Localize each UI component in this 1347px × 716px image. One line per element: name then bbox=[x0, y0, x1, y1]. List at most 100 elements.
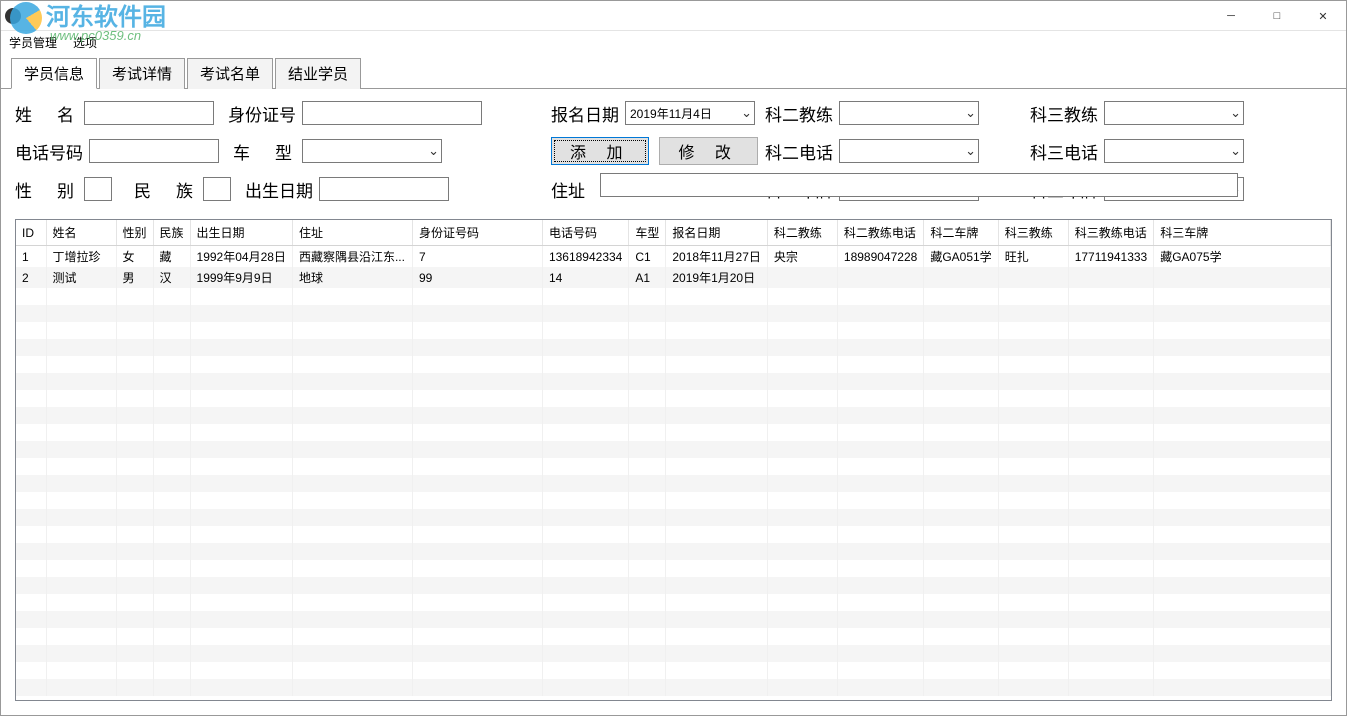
table-row-empty bbox=[16, 356, 1331, 373]
col-k2c[interactable]: 科二教练 bbox=[767, 220, 837, 246]
cell-idcard: 7 bbox=[412, 246, 542, 268]
input-phone[interactable] bbox=[89, 139, 219, 163]
cell-k2p bbox=[837, 267, 923, 288]
lbl-name: 姓 名 bbox=[15, 101, 78, 126]
input-name[interactable] bbox=[84, 101, 214, 125]
table-row-empty bbox=[16, 560, 1331, 577]
table-row-empty bbox=[16, 339, 1331, 356]
cell-k2c bbox=[767, 267, 837, 288]
col-k3c[interactable]: 科三教练 bbox=[998, 220, 1068, 246]
tab-exam-detail[interactable]: 考试详情 bbox=[99, 58, 185, 89]
combo-k3coach[interactable] bbox=[1104, 101, 1244, 125]
col-birth[interactable]: 出生日期 bbox=[190, 220, 292, 246]
cell-gender: 男 bbox=[116, 267, 153, 288]
table-row-empty bbox=[16, 594, 1331, 611]
table-row[interactable]: 1丁增拉珍女藏1992年04月28日西藏察隅县沿江东...71361894233… bbox=[16, 246, 1331, 268]
input-nation[interactable] bbox=[203, 177, 231, 201]
col-reg[interactable]: 报名日期 bbox=[666, 220, 768, 246]
table-row-empty bbox=[16, 679, 1331, 696]
cell-id: 2 bbox=[16, 267, 46, 288]
table-header-row: ID 姓名 性别 民族 出生日期 住址 身份证号码 电话号码 车型 报名日期 科… bbox=[16, 220, 1331, 246]
table-row-empty bbox=[16, 390, 1331, 407]
lbl-nation: 民 族 bbox=[134, 177, 197, 202]
btn-add[interactable]: 添 加 bbox=[551, 137, 649, 165]
main-window: ─ □ ✕ 学员管理 选项 学员信息 考试详情 考试名单 结业学员 姓 名 身份… bbox=[0, 0, 1347, 716]
datepicker-regdate[interactable]: 2019年11月4日 bbox=[625, 101, 755, 125]
col-gender[interactable]: 性别 bbox=[116, 220, 153, 246]
cell-k3c bbox=[998, 267, 1068, 288]
table-row-empty bbox=[16, 407, 1331, 424]
table-row-empty bbox=[16, 492, 1331, 509]
titlebar: ─ □ ✕ bbox=[1, 1, 1346, 31]
menu-options[interactable]: 选项 bbox=[65, 32, 105, 53]
lbl-birth: 出生日期 bbox=[245, 177, 313, 202]
cell-gender: 女 bbox=[116, 246, 153, 268]
tab-exam-list[interactable]: 考试名单 bbox=[187, 58, 273, 89]
table-row-empty bbox=[16, 662, 1331, 679]
combo-k2coach[interactable] bbox=[839, 101, 979, 125]
col-nation[interactable]: 民族 bbox=[153, 220, 190, 246]
btn-edit[interactable]: 修 改 bbox=[659, 137, 757, 165]
col-k2p[interactable]: 科二教练电话 bbox=[837, 220, 923, 246]
input-idcard[interactable] bbox=[302, 101, 482, 125]
cell-id: 1 bbox=[16, 246, 46, 268]
cell-k3pl bbox=[1154, 267, 1331, 288]
cell-car: C1 bbox=[629, 246, 666, 268]
lbl-phone: 电话号码 bbox=[15, 139, 83, 164]
cell-birth: 1999年9月9日 bbox=[190, 267, 292, 288]
input-addr[interactable] bbox=[600, 173, 1238, 197]
cell-reg: 2018年11月27日 bbox=[666, 246, 768, 268]
tab-graduated[interactable]: 结业学员 bbox=[275, 58, 361, 89]
lbl-k2phone: 科二电话 bbox=[765, 139, 833, 164]
cell-k3p bbox=[1068, 267, 1154, 288]
close-button[interactable]: ✕ bbox=[1300, 1, 1346, 31]
table-row-empty bbox=[16, 526, 1331, 543]
cell-k3p: 17711941333 bbox=[1068, 246, 1154, 268]
table-row-empty bbox=[16, 628, 1331, 645]
cell-name: 测试 bbox=[46, 267, 116, 288]
table-row-empty bbox=[16, 509, 1331, 526]
col-k2pl[interactable]: 科二车牌 bbox=[924, 220, 998, 246]
tab-student-info[interactable]: 学员信息 bbox=[11, 58, 97, 89]
cell-addr: 西藏察隅县沿江东... bbox=[292, 246, 412, 268]
cell-car: A1 bbox=[629, 267, 666, 288]
combo-k3phone[interactable] bbox=[1104, 139, 1244, 163]
table-row-empty bbox=[16, 373, 1331, 390]
minimize-button[interactable]: ─ bbox=[1208, 1, 1254, 31]
col-id[interactable]: ID bbox=[16, 220, 46, 246]
table-row-empty bbox=[16, 322, 1331, 339]
combo-cartype[interactable] bbox=[302, 139, 442, 163]
cell-idcard: 99 bbox=[412, 267, 542, 288]
table-row-empty bbox=[16, 577, 1331, 594]
table-row-empty bbox=[16, 424, 1331, 441]
cell-k3pl: 藏GA075学 bbox=[1154, 246, 1331, 268]
cell-phone: 14 bbox=[542, 267, 628, 288]
col-k3pl[interactable]: 科三车牌 bbox=[1154, 220, 1331, 246]
input-gender[interactable] bbox=[84, 177, 112, 201]
col-addr[interactable]: 住址 bbox=[292, 220, 412, 246]
cell-nation: 汉 bbox=[153, 267, 190, 288]
col-phone[interactable]: 电话号码 bbox=[542, 220, 628, 246]
data-grid[interactable]: ID 姓名 性别 民族 出生日期 住址 身份证号码 电话号码 车型 报名日期 科… bbox=[15, 219, 1332, 701]
col-k3p[interactable]: 科三教练电话 bbox=[1068, 220, 1154, 246]
maximize-button[interactable]: □ bbox=[1254, 1, 1300, 31]
lbl-k3phone: 科三电话 bbox=[1030, 139, 1098, 164]
input-birth[interactable] bbox=[319, 177, 449, 201]
cell-k3c: 旺扎 bbox=[998, 246, 1068, 268]
col-car[interactable]: 车型 bbox=[629, 220, 666, 246]
cell-nation: 藏 bbox=[153, 246, 190, 268]
cell-k2c: 央宗 bbox=[767, 246, 837, 268]
lbl-idcard: 身份证号 bbox=[228, 101, 296, 126]
table-row-empty bbox=[16, 305, 1331, 322]
lbl-k2coach: 科二教练 bbox=[765, 101, 833, 126]
col-idcard[interactable]: 身份证号码 bbox=[412, 220, 542, 246]
menu-students[interactable]: 学员管理 bbox=[7, 32, 65, 53]
lbl-regdate: 报名日期 bbox=[551, 101, 619, 126]
cell-reg: 2019年1月20日 bbox=[666, 267, 768, 288]
table-row[interactable]: 2测试男汉1999年9月9日地球9914A12019年1月20日 bbox=[16, 267, 1331, 288]
menubar: 学员管理 选项 bbox=[1, 31, 1346, 53]
col-name[interactable]: 姓名 bbox=[46, 220, 116, 246]
cell-k2pl: 藏GA051学 bbox=[924, 246, 998, 268]
table-row-empty bbox=[16, 645, 1331, 662]
combo-k2phone[interactable] bbox=[839, 139, 979, 163]
